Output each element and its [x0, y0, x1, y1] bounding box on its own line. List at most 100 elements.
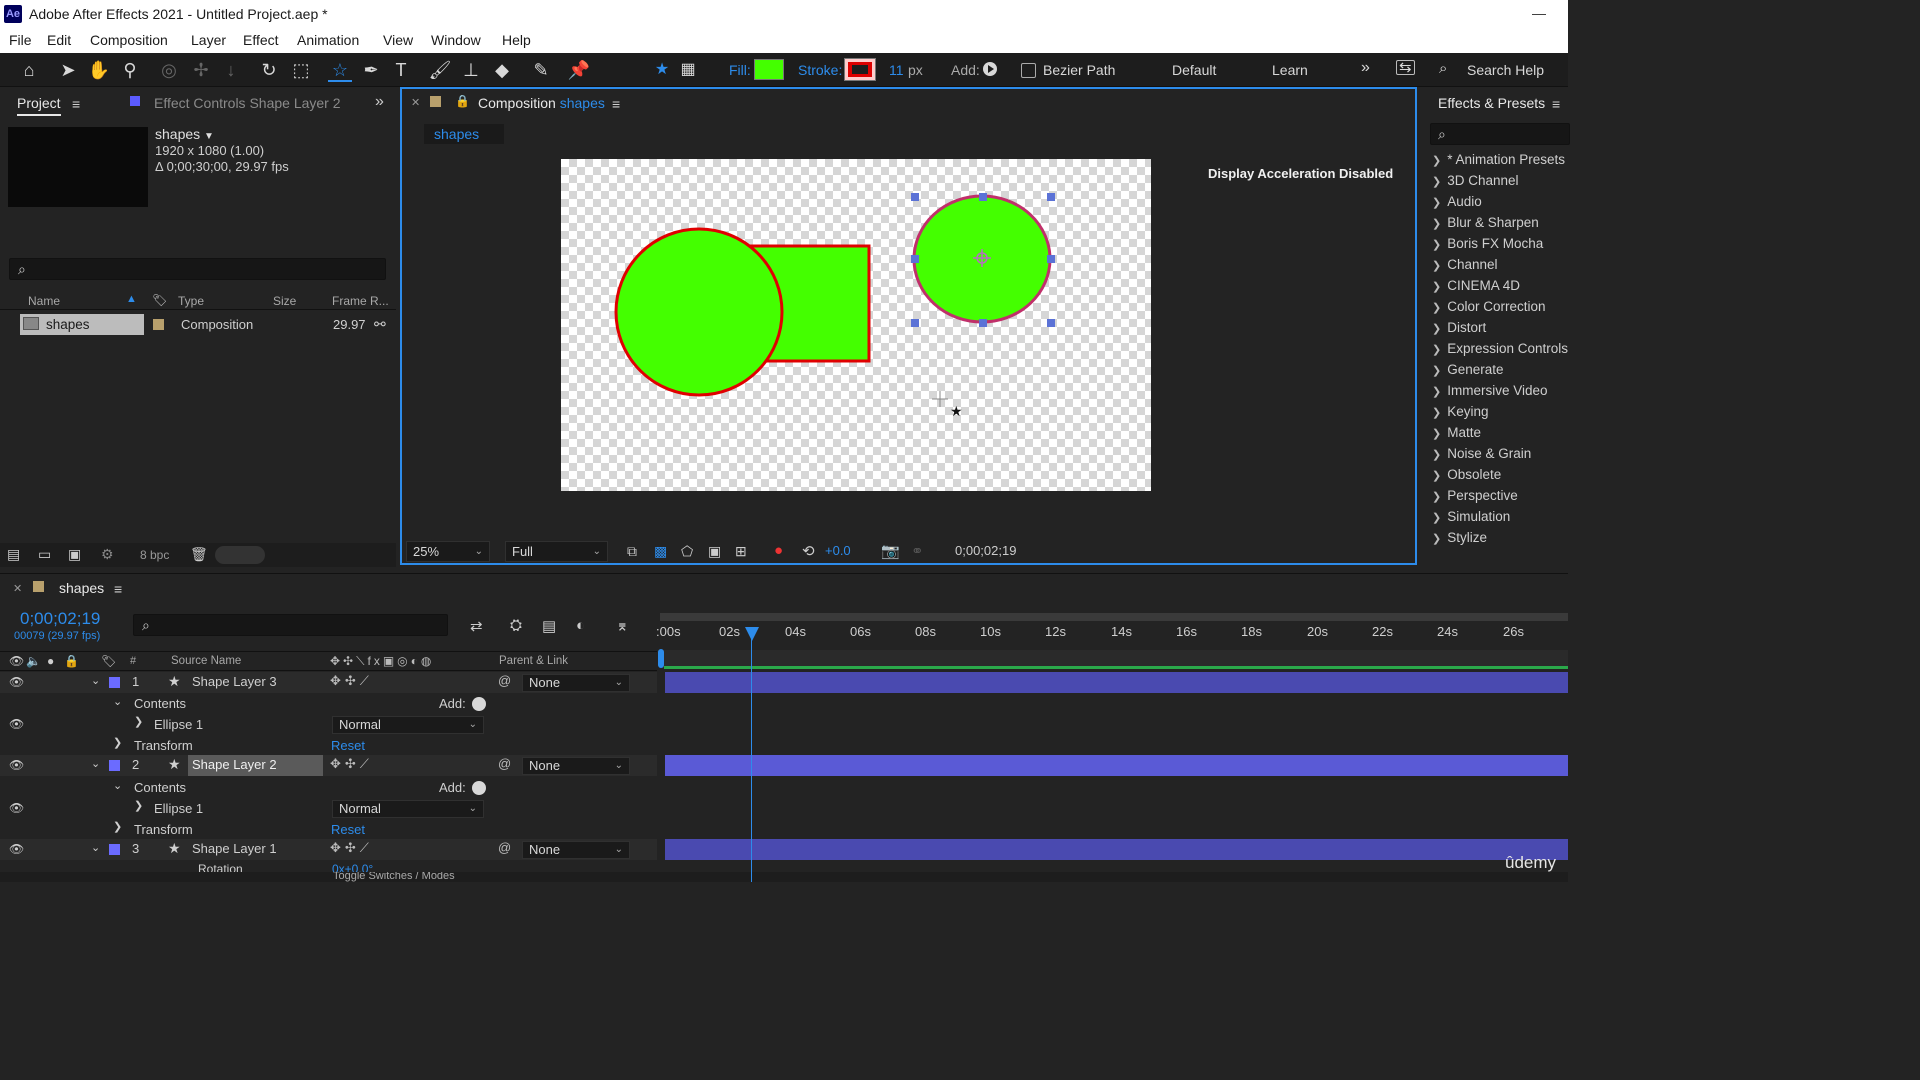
thumbnail-slider[interactable]: [215, 546, 265, 564]
rotation-tool-icon[interactable]: ↻: [257, 58, 281, 82]
col-size[interactable]: Size: [273, 294, 296, 308]
snapshot-camera-icon[interactable]: 📷: [881, 542, 900, 560]
blend-mode-dropdown[interactable]: Normal ⌄: [332, 800, 484, 818]
twirl-right-icon[interactable]: ❯: [134, 715, 143, 728]
resolution-dropdown[interactable]: Full ⌄: [505, 541, 608, 562]
effects-category[interactable]: ❯ * Animation Presets: [1432, 152, 1565, 167]
clone-stamp-tool-icon[interactable]: ⊥: [459, 58, 483, 82]
layer-label-color[interactable]: [109, 844, 120, 855]
visibility-eye-icon[interactable]: 👁: [9, 675, 24, 689]
transform-row[interactable]: ❯ Transform Reset: [0, 735, 657, 756]
mask-visibility-icon[interactable]: ⬠: [681, 543, 693, 560]
col-frame-rate[interactable]: Frame R...: [332, 294, 389, 308]
effects-title[interactable]: Effects & Presets: [1438, 95, 1545, 111]
new-folder-icon[interactable]: ▭: [38, 546, 51, 563]
layer-label-color[interactable]: [109, 677, 120, 688]
lock-column-icon[interactable]: 🔒: [64, 654, 79, 668]
effects-category[interactable]: ❯ Color Correction: [1432, 299, 1546, 314]
parent-dropdown[interactable]: None ⌄: [522, 841, 630, 859]
layer-bar-2-selected[interactable]: [665, 755, 1568, 776]
effects-category[interactable]: ❯ Keying: [1432, 404, 1489, 419]
effects-category[interactable]: ❯ Expression Controls: [1432, 341, 1568, 356]
fast-previews-icon[interactable]: ⧉: [627, 543, 637, 560]
layer-row-2[interactable]: 👁 ⌄ 2 ★ Shape Layer 2 ✥✣⟋ @ None ⌄: [0, 755, 657, 776]
playhead-handle[interactable]: [745, 627, 759, 641]
transparency-grid-icon[interactable]: ▩: [654, 543, 667, 560]
layer-bar-3[interactable]: [665, 839, 1568, 860]
pick-whip-icon[interactable]: @: [498, 840, 511, 855]
project-search-input[interactable]: ⌕: [9, 258, 386, 280]
ellipse-row[interactable]: 👁 ❯ Ellipse 1 Normal ⌄: [0, 714, 657, 735]
effects-category[interactable]: ❯ Channel: [1432, 257, 1498, 272]
layer-switches-icons[interactable]: ✥✣⟋: [330, 840, 373, 856]
ellipse-group-label[interactable]: Ellipse 1: [154, 801, 203, 816]
comp-current-time[interactable]: 0;00;02;19: [955, 543, 1016, 558]
dolly-camera-icon[interactable]: ↓: [219, 58, 243, 82]
visibility-eye-icon[interactable]: 👁: [9, 801, 24, 815]
roto-brush-tool-icon[interactable]: ✎: [529, 58, 553, 82]
layer-name[interactable]: Shape Layer 1: [192, 841, 277, 856]
stroke-width-value[interactable]: 11: [889, 62, 904, 78]
bit-depth-button[interactable]: 8 bpc: [140, 548, 169, 562]
toggle-switches-modes-button[interactable]: Toggle Switches / Modes: [333, 872, 455, 882]
timeline-comp-tab[interactable]: shapes: [59, 580, 104, 596]
channel-rgb-icon[interactable]: ●: [774, 542, 783, 559]
project-item-row[interactable]: shapes Composition 29.97 ⚯: [0, 314, 396, 335]
exposure-value[interactable]: +0.0: [825, 543, 851, 558]
effects-category[interactable]: ❯ Blur & Sharpen: [1432, 215, 1539, 230]
puppet-pin-tool-icon[interactable]: 📌: [567, 58, 591, 82]
twirl-right-icon[interactable]: ❯: [113, 820, 122, 833]
menu-composition[interactable]: Composition: [90, 32, 168, 48]
pan-camera-icon[interactable]: ✢: [189, 58, 213, 82]
new-composition-icon[interactable]: ▣: [68, 546, 81, 563]
timeline-search-input[interactable]: ⌕: [133, 614, 448, 636]
effects-category[interactable]: ❯ Distort: [1432, 320, 1486, 335]
label-tag-icon[interactable]: 🏷: [152, 293, 167, 307]
effects-category[interactable]: ❯ Simulation: [1432, 509, 1510, 524]
selection-tool-icon[interactable]: ➤: [56, 58, 80, 82]
twirl-right-icon[interactable]: ❯: [134, 799, 143, 812]
layer-label-color[interactable]: [109, 760, 120, 771]
effects-category[interactable]: ❯ Boris FX Mocha: [1432, 236, 1543, 251]
transform-reset-link[interactable]: Reset: [331, 738, 365, 753]
layer-name-selected[interactable]: Shape Layer 2: [192, 757, 277, 772]
audio-icon[interactable]: 🔈: [26, 654, 41, 668]
transform-row[interactable]: ❯ Transform Reset: [0, 819, 657, 840]
frame-blending-icon[interactable]: ◐: [576, 617, 585, 634]
rotation-row-partial[interactable]: Rotation 0x+0.0°: [0, 860, 657, 872]
effects-menu-icon[interactable]: ≡: [1552, 96, 1560, 112]
visibility-eye-icon[interactable]: 👁: [9, 717, 24, 731]
add-property-button[interactable]: [472, 781, 486, 795]
zoom-tool-icon[interactable]: ⚲: [118, 58, 142, 82]
menu-animation[interactable]: Animation: [297, 32, 359, 48]
source-name-header[interactable]: Source Name: [171, 655, 241, 667]
transform-reset-link[interactable]: Reset: [331, 822, 365, 837]
item-label-color[interactable]: [153, 319, 164, 330]
search-help-field[interactable]: Search Help: [1467, 62, 1544, 78]
draft-3d-icon[interactable]: ⛭: [510, 617, 522, 634]
timeline-current-time[interactable]: 0;00;02;19: [20, 609, 100, 629]
menu-layer[interactable]: Layer: [191, 32, 226, 48]
comp-breadcrumb[interactable]: shapes: [424, 124, 504, 144]
layer-bar-1[interactable]: [665, 672, 1568, 693]
twirl-down-icon[interactable]: ⌄: [113, 779, 122, 792]
effects-category[interactable]: ❯ Noise & Grain: [1432, 446, 1531, 461]
add-menu-button[interactable]: [983, 62, 997, 76]
twirl-right-icon[interactable]: ❯: [113, 736, 122, 749]
close-comp-icon[interactable]: ✕: [411, 96, 420, 109]
sync-settings-icon[interactable]: ⇆: [1396, 60, 1415, 75]
star-shape-icon[interactable]: ★: [650, 58, 674, 82]
twirl-down-icon[interactable]: ⌄: [91, 757, 100, 770]
search-help-icon[interactable]: ⌕: [1439, 60, 1447, 77]
effects-category[interactable]: ❯ Perspective: [1432, 488, 1518, 503]
visibility-eye-icon[interactable]: 👁: [9, 842, 24, 856]
parent-dropdown[interactable]: None ⌄: [522, 674, 630, 692]
solo-icon[interactable]: ●: [47, 654, 54, 668]
menu-help[interactable]: Help: [502, 32, 531, 48]
bezier-path-checkbox[interactable]: [1021, 63, 1036, 78]
panel-overflow-icon[interactable]: »: [375, 93, 384, 111]
rotation-value[interactable]: 0x+0.0°: [332, 862, 373, 872]
star-tool-icon[interactable]: ☆: [328, 58, 352, 82]
home-icon[interactable]: ⌂: [17, 58, 41, 82]
menu-view[interactable]: View: [383, 32, 413, 48]
